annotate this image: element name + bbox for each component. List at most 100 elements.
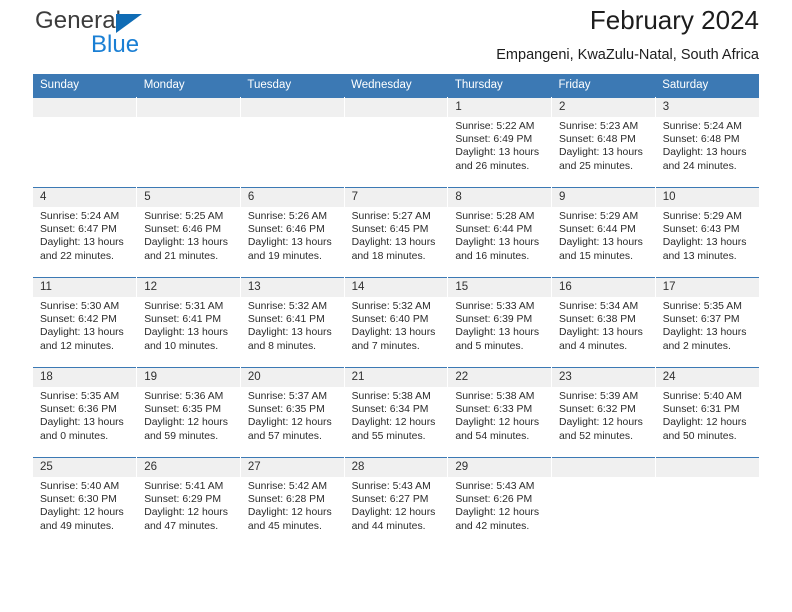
sunset-text: Sunset: 6:40 PM bbox=[351, 314, 429, 326]
daylight-text: Daylight: 12 hours and 45 minutes. bbox=[247, 507, 332, 532]
day-number: 9 bbox=[552, 188, 655, 207]
daylight-text: Daylight: 13 hours and 0 minutes. bbox=[40, 417, 124, 442]
calendar-cell-inner bbox=[137, 98, 240, 188]
calendar-header-row: Sunday Monday Tuesday Wednesday Thursday… bbox=[33, 74, 759, 98]
day-details: Sunrise: 5:24 AM Sunset: 6:48 PM Daylight:… bbox=[656, 117, 759, 173]
day-details: Sunrise: 5:33 AM Sunset: 6:39 PM Daylight:… bbox=[448, 297, 550, 353]
sunrise-text: Sunrise: 5:37 AM bbox=[247, 391, 328, 402]
calendar-day-cell[interactable]: 2 Sunrise: 5:23 AM Sunset: 6:48 PM Daylight… bbox=[551, 97, 656, 188]
sunrise-text: Sunrise: 5:43 AM bbox=[351, 481, 431, 492]
sunrise-text: Sunrise: 5:36 AM bbox=[144, 391, 224, 402]
day-number: 5 bbox=[137, 188, 240, 207]
day-number: 3 bbox=[655, 98, 759, 117]
general-blue-logo[interactable]: General Blue bbox=[33, 8, 243, 64]
sunset-text: Sunset: 6:26 PM bbox=[455, 494, 533, 506]
day-details: Sunrise: 5:36 AM Sunset: 6:35 PM Daylight:… bbox=[137, 387, 239, 443]
page-subtitle: Empangeni, KwaZulu-Natal, South Africa bbox=[496, 47, 759, 63]
sunset-text: Sunset: 6:43 PM bbox=[662, 224, 740, 236]
calendar-day-cell[interactable]: 24 Sunrise: 5:40 AM Sunset: 6:31 PM Dayligh… bbox=[655, 367, 759, 458]
calendar-day-cell[interactable]: 8 Sunrise: 5:28 AM Sunset: 6:44 PM Daylight… bbox=[447, 187, 553, 278]
day-details: Sunrise: 5:25 AM Sunset: 6:46 PM Daylight:… bbox=[137, 207, 239, 263]
weekday-header-wednesday: Wednesday bbox=[344, 74, 448, 98]
day-number bbox=[344, 98, 447, 117]
calendar-day-cell[interactable]: 13 Sunrise: 5:32 AM Sunset: 6:41 PM Dayligh… bbox=[240, 277, 345, 368]
calendar-day-cell[interactable]: 22 Sunrise: 5:38 AM Sunset: 6:33 PM Dayligh… bbox=[447, 367, 553, 458]
calendar-day-cell[interactable]: 16 Sunrise: 5:34 AM Sunset: 6:38 PM Dayligh… bbox=[551, 277, 656, 368]
calendar-day-cell[interactable]: 1 Sunrise: 5:22 AM Sunset: 6:49 PM Daylight… bbox=[447, 97, 553, 188]
calendar-day-cell[interactable]: 21 Sunrise: 5:38 AM Sunset: 6:34 PM Dayligh… bbox=[344, 367, 449, 458]
day-number bbox=[240, 98, 344, 117]
calendar-cell-inner: 2 Sunrise: 5:23 AM Sunset: 6:48 PM Daylight… bbox=[552, 98, 655, 188]
sunset-text: Sunset: 6:36 PM bbox=[40, 404, 117, 416]
calendar-page: General Blue February 2024 Empangeni, Kw… bbox=[0, 0, 792, 612]
calendar-day-cell[interactable]: 23 Sunrise: 5:39 AM Sunset: 6:32 PM Dayligh… bbox=[551, 367, 656, 458]
weekday-header-sunday: Sunday bbox=[33, 74, 137, 98]
calendar-day-cell[interactable]: 14 Sunrise: 5:32 AM Sunset: 6:40 PM Dayligh… bbox=[344, 277, 449, 368]
day-number: 21 bbox=[344, 368, 447, 387]
calendar-cell-inner bbox=[33, 98, 136, 188]
sunset-text: Sunset: 6:35 PM bbox=[144, 404, 222, 416]
calendar-cell-inner: 15 Sunrise: 5:33 AM Sunset: 6:39 PM Dayligh… bbox=[448, 278, 551, 368]
calendar-day-cell[interactable]: 29 Sunrise: 5:43 AM Sunset: 6:26 PM Dayligh… bbox=[447, 457, 553, 547]
sunrise-text: Sunrise: 5:34 AM bbox=[559, 301, 639, 312]
calendar-cell-inner bbox=[240, 98, 344, 188]
day-details: Sunrise: 5:27 AM Sunset: 6:45 PM Daylight:… bbox=[345, 207, 447, 263]
calendar-cell-inner: 18 Sunrise: 5:35 AM Sunset: 6:36 PM Dayligh… bbox=[33, 368, 136, 458]
calendar-week-row: 4 Sunrise: 5:24 AM Sunset: 6:47 PM Daylight… bbox=[33, 187, 759, 278]
day-number bbox=[33, 98, 136, 117]
calendar-day-cell[interactable]: 25 Sunrise: 5:40 AM Sunset: 6:30 PM Dayligh… bbox=[33, 457, 138, 547]
calendar-cell-empty bbox=[344, 97, 449, 188]
calendar-day-cell[interactable]: 27 Sunrise: 5:42 AM Sunset: 6:28 PM Dayligh… bbox=[240, 457, 345, 547]
calendar-day-cell[interactable]: 18 Sunrise: 5:35 AM Sunset: 6:36 PM Dayligh… bbox=[33, 367, 138, 458]
day-details: Sunrise: 5:23 AM Sunset: 6:48 PM Daylight:… bbox=[552, 117, 654, 173]
calendar-day-cell[interactable]: 12 Sunrise: 5:31 AM Sunset: 6:41 PM Dayligh… bbox=[136, 277, 241, 368]
sunrise-text: Sunrise: 5:43 AM bbox=[455, 481, 535, 492]
day-number: 26 bbox=[137, 458, 240, 477]
calendar-cell-inner: 10 Sunrise: 5:29 AM Sunset: 6:43 PM Dayligh… bbox=[655, 188, 759, 278]
calendar-day-cell[interactable]: 28 Sunrise: 5:43 AM Sunset: 6:27 PM Dayligh… bbox=[344, 457, 449, 547]
day-details: Sunrise: 5:38 AM Sunset: 6:34 PM Daylight:… bbox=[345, 387, 447, 443]
calendar-day-cell[interactable]: 15 Sunrise: 5:33 AM Sunset: 6:39 PM Dayligh… bbox=[447, 277, 553, 368]
calendar-day-cell[interactable]: 10 Sunrise: 5:29 AM Sunset: 6:43 PM Dayligh… bbox=[655, 187, 759, 278]
day-details: Sunrise: 5:29 AM Sunset: 6:43 PM Daylight:… bbox=[656, 207, 759, 263]
calendar-cell-inner: 24 Sunrise: 5:40 AM Sunset: 6:31 PM Dayligh… bbox=[655, 368, 759, 458]
calendar-day-cell[interactable]: 19 Sunrise: 5:36 AM Sunset: 6:35 PM Dayligh… bbox=[136, 367, 241, 458]
calendar-cell-inner: 8 Sunrise: 5:28 AM Sunset: 6:44 PM Daylight… bbox=[448, 188, 551, 278]
sunrise-text: Sunrise: 5:35 AM bbox=[40, 391, 120, 402]
weekday-header-friday: Friday bbox=[551, 74, 656, 98]
day-number: 13 bbox=[240, 278, 344, 297]
weekday-header-tuesday: Tuesday bbox=[240, 74, 345, 98]
calendar-cell-empty bbox=[136, 97, 241, 188]
calendar-cell-inner: 28 Sunrise: 5:43 AM Sunset: 6:27 PM Dayligh… bbox=[344, 458, 447, 547]
calendar-day-cell[interactable]: 7 Sunrise: 5:27 AM Sunset: 6:45 PM Daylight… bbox=[344, 187, 449, 278]
sunset-text: Sunset: 6:31 PM bbox=[662, 404, 740, 416]
day-details: Sunrise: 5:41 AM Sunset: 6:29 PM Daylight:… bbox=[137, 477, 239, 533]
sunset-text: Sunset: 6:30 PM bbox=[40, 494, 117, 506]
calendar-day-cell[interactable]: 11 Sunrise: 5:30 AM Sunset: 6:42 PM Dayligh… bbox=[33, 277, 138, 368]
sunset-text: Sunset: 6:39 PM bbox=[455, 314, 533, 326]
calendar-day-cell[interactable]: 4 Sunrise: 5:24 AM Sunset: 6:47 PM Daylight… bbox=[33, 187, 138, 278]
sunset-text: Sunset: 6:47 PM bbox=[40, 224, 117, 236]
day-number: 17 bbox=[655, 278, 759, 297]
calendar-day-cell[interactable]: 9 Sunrise: 5:29 AM Sunset: 6:44 PM Daylight… bbox=[551, 187, 656, 278]
sunrise-text: Sunrise: 5:25 AM bbox=[144, 211, 224, 222]
calendar-day-cell[interactable]: 6 Sunrise: 5:26 AM Sunset: 6:46 PM Daylight… bbox=[240, 187, 345, 278]
day-details: Sunrise: 5:38 AM Sunset: 6:33 PM Daylight:… bbox=[448, 387, 550, 443]
daylight-text: Daylight: 12 hours and 49 minutes. bbox=[40, 507, 124, 532]
calendar-day-cell[interactable]: 26 Sunrise: 5:41 AM Sunset: 6:29 PM Dayligh… bbox=[136, 457, 241, 547]
calendar-week-row: 1 Sunrise: 5:22 AM Sunset: 6:49 PM Daylight… bbox=[33, 97, 759, 188]
calendar-day-cell[interactable]: 20 Sunrise: 5:37 AM Sunset: 6:35 PM Dayligh… bbox=[240, 367, 345, 458]
sunrise-text: Sunrise: 5:29 AM bbox=[662, 211, 742, 222]
day-number: 27 bbox=[240, 458, 344, 477]
calendar-day-cell[interactable]: 17 Sunrise: 5:35 AM Sunset: 6:37 PM Dayligh… bbox=[655, 277, 759, 368]
calendar-day-cell[interactable]: 5 Sunrise: 5:25 AM Sunset: 6:46 PM Daylight… bbox=[136, 187, 241, 278]
calendar-cell-inner: 7 Sunrise: 5:27 AM Sunset: 6:45 PM Daylight… bbox=[344, 188, 447, 278]
sunrise-text: Sunrise: 5:40 AM bbox=[40, 481, 120, 492]
day-number bbox=[655, 458, 759, 477]
calendar-day-cell[interactable]: 3 Sunrise: 5:24 AM Sunset: 6:48 PM Daylight… bbox=[655, 97, 759, 188]
sunrise-text: Sunrise: 5:41 AM bbox=[144, 481, 224, 492]
sunrise-text: Sunrise: 5:33 AM bbox=[455, 301, 535, 312]
day-details: Sunrise: 5:28 AM Sunset: 6:44 PM Daylight:… bbox=[448, 207, 550, 263]
calendar-week-row: 11 Sunrise: 5:30 AM Sunset: 6:42 PM Dayligh… bbox=[33, 277, 759, 368]
day-details: Sunrise: 5:34 AM Sunset: 6:38 PM Daylight:… bbox=[552, 297, 654, 353]
